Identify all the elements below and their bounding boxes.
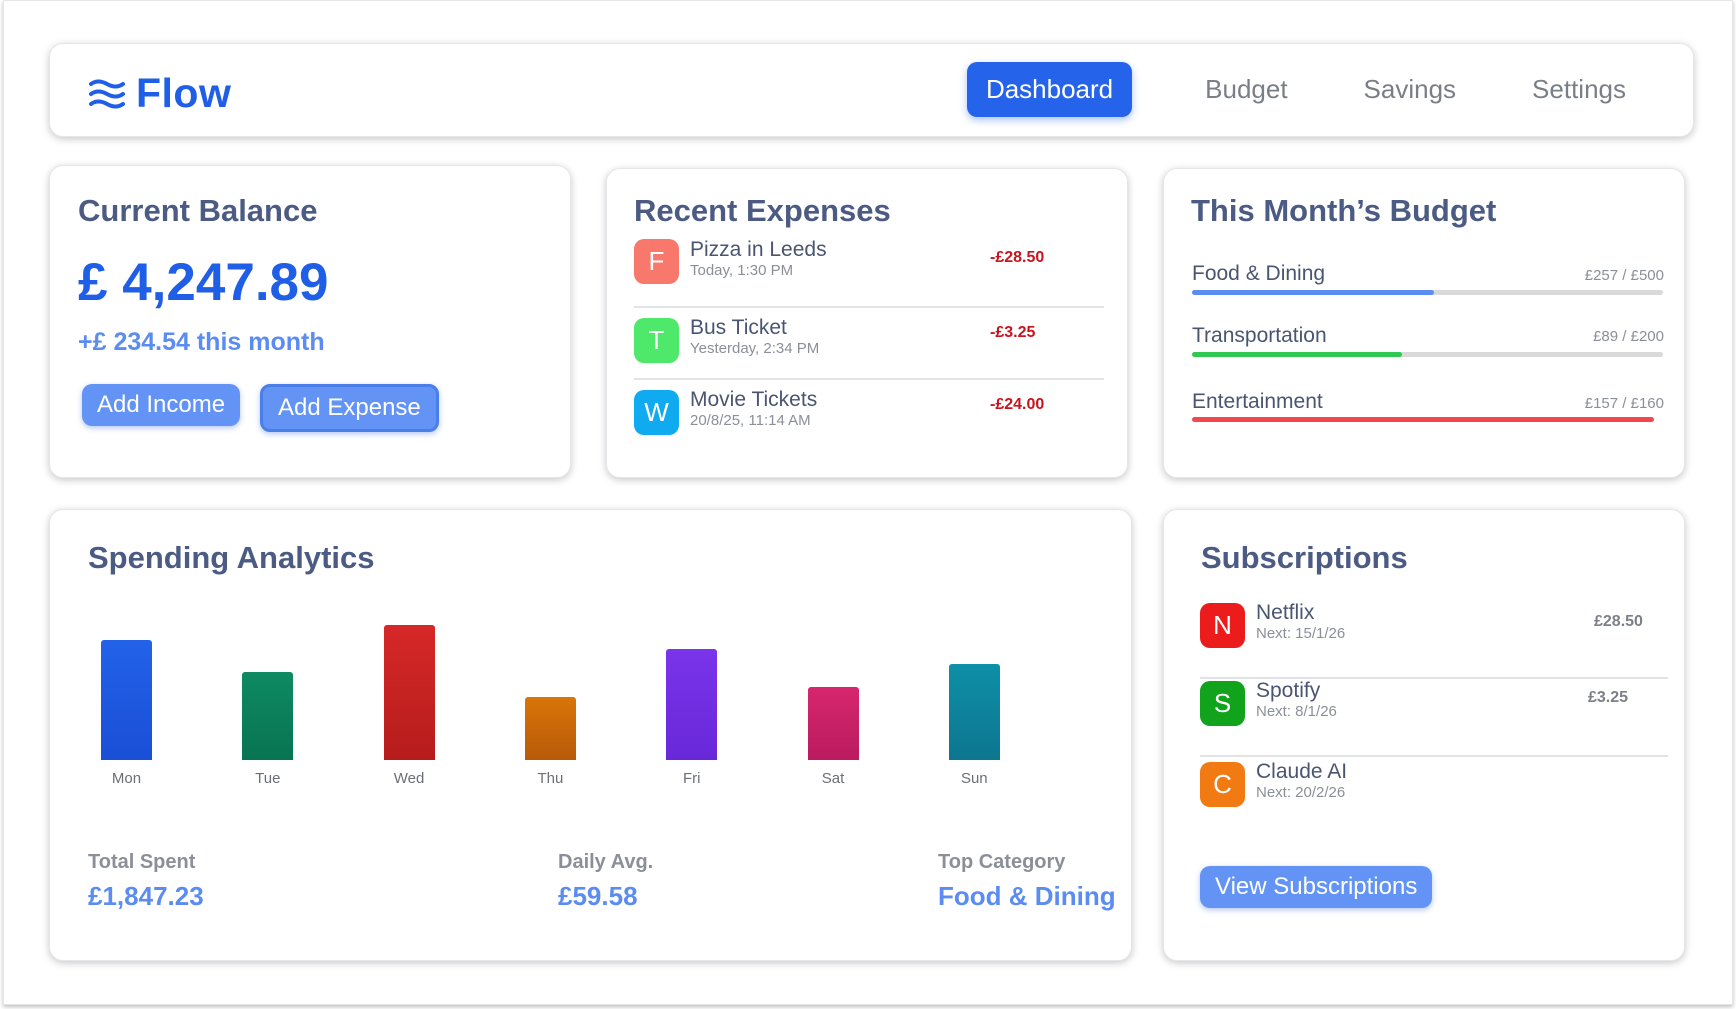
x-tick-label: Sun xyxy=(960,770,988,787)
spending-bar-chart: Mon Tue Wed Thu Fri Sat Sun xyxy=(50,510,1133,830)
nav-tabs: Dashboard Budget Savings Settings xyxy=(966,62,1659,117)
top-nav-bar: Flow Dashboard Budget Savings Settings xyxy=(49,43,1694,137)
balance-change: +£ 234.54 this month xyxy=(78,328,325,356)
top-category-value: Food & Dining xyxy=(938,881,1116,911)
app-name: Flow xyxy=(136,70,232,116)
bar-sun xyxy=(948,664,1000,760)
budget-progress-fill xyxy=(1192,417,1654,422)
subscription-amount: £3.25 xyxy=(1588,689,1629,706)
subscription-next-date: Next: 8/1/26 xyxy=(1256,703,1337,720)
x-tick-label: Sat xyxy=(821,770,845,787)
monthly-budget-card: This Month’s Budget Food & Dining £257 /… xyxy=(1163,168,1685,478)
bar-tue xyxy=(242,672,294,760)
expense-amount: -£24.00 xyxy=(990,396,1045,413)
budget-progress-fill xyxy=(1192,290,1435,295)
card-title: Recent Expenses xyxy=(634,193,891,228)
budget-progress-fill xyxy=(1192,352,1402,357)
recent-expenses-card: Recent Expenses F Pizza in Leeds Today, … xyxy=(606,168,1128,478)
budget-progress-bar xyxy=(1192,417,1663,422)
view-subscriptions-button[interactable]: View Subscriptions xyxy=(1200,866,1433,908)
spending-analytics-card: Spending Analytics Mon Tue Wed Thu Fri Sat Sun… xyxy=(49,509,1132,961)
subscription-name: Spotify xyxy=(1256,679,1321,702)
x-tick-label: Thu xyxy=(537,770,564,787)
card-title: Current Balance xyxy=(78,193,318,228)
app-frame: Flow Dashboard Budget Savings Settings C… xyxy=(3,0,1733,1005)
x-tick-label: Mon xyxy=(111,770,142,787)
budget-progress-bar xyxy=(1192,290,1663,295)
list-item[interactable]: S Spotify Next: 8/1/26 £3.25 xyxy=(1200,679,1668,757)
budget-value: £89 / £200 xyxy=(1593,328,1664,345)
list-item[interactable]: N Netflix Next: 15/1/26 £28.50 xyxy=(1200,601,1668,679)
list-item[interactable]: C Claude AI Next: 20/2/26 xyxy=(1200,759,1668,835)
top-category-label: Top Category xyxy=(938,851,1066,873)
list-item[interactable]: T Bus Ticket Yesterday, 2:34 PM -£3.25 xyxy=(634,308,1104,380)
tab-dashboard[interactable]: Dashboard xyxy=(966,62,1133,117)
x-tick-label: Tue xyxy=(255,770,281,787)
avatar: C xyxy=(1200,762,1245,807)
total-spent-label: Total Spent xyxy=(88,851,196,873)
avatar: N xyxy=(1200,603,1245,648)
logo[interactable]: Flow xyxy=(88,70,231,117)
avatar: S xyxy=(1200,681,1245,726)
card-title: Subscriptions xyxy=(1201,540,1408,575)
add-income-button[interactable]: Add Income xyxy=(82,384,241,426)
x-tick-label: Wed xyxy=(393,770,425,787)
expense-amount: -£3.25 xyxy=(990,324,1036,341)
daily-avg-value: £59.58 xyxy=(558,881,638,911)
list-item[interactable]: W Movie Tickets 20/8/25, 11:14 AM -£24.0… xyxy=(634,380,1104,452)
tab-settings[interactable]: Settings xyxy=(1513,62,1645,117)
budget-progress-bar xyxy=(1192,352,1663,357)
balance-amount: £ 4,247.89 xyxy=(78,253,329,312)
card-title: This Month’s Budget xyxy=(1191,193,1497,228)
subscription-name: Claude AI xyxy=(1256,760,1348,783)
avatar: F xyxy=(634,239,679,284)
expense-name: Bus Ticket xyxy=(690,316,787,339)
subscription-next-date: Next: 20/2/26 xyxy=(1256,784,1346,801)
bar-sat xyxy=(807,687,859,760)
x-tick-label: Fri xyxy=(682,770,701,787)
expense-amount: -£28.50 xyxy=(990,249,1045,266)
subscriptions-card: Subscriptions N Netflix Next: 15/1/26 £2… xyxy=(1163,509,1685,961)
bar-wed xyxy=(383,625,435,760)
budget-value: £157 / £160 xyxy=(1584,395,1664,412)
subscription-next-date: Next: 15/1/26 xyxy=(1256,625,1346,642)
expense-time: Today, 1:30 PM xyxy=(690,262,794,279)
bar-fri xyxy=(666,649,718,760)
bar-mon xyxy=(101,639,152,760)
tab-savings[interactable]: Savings xyxy=(1345,62,1476,117)
daily-avg-label: Daily Avg. xyxy=(558,851,654,873)
expense-name: Movie Tickets xyxy=(690,388,818,411)
tab-budget[interactable]: Budget xyxy=(1186,62,1306,117)
budget-label: Entertainment xyxy=(1192,390,1323,413)
bar-thu xyxy=(524,696,576,760)
list-item[interactable]: F Pizza in Leeds Today, 1:30 PM -£28.50 xyxy=(634,236,1104,308)
expense-name: Pizza in Leeds xyxy=(690,238,827,261)
subscription-amount: £28.50 xyxy=(1594,613,1643,630)
budget-label: Transportation xyxy=(1192,324,1327,347)
current-balance-card: Current Balance £ 4,247.89 +£ 234.54 thi… xyxy=(49,165,571,478)
budget-label: Food & Dining xyxy=(1192,262,1326,285)
subscription-name: Netflix xyxy=(1256,601,1315,624)
waves-icon xyxy=(89,79,125,108)
total-spent-value: £1,847.23 xyxy=(88,881,204,911)
avatar: W xyxy=(634,390,679,435)
avatar: T xyxy=(634,318,679,363)
add-expense-button[interactable]: Add Expense xyxy=(260,384,439,432)
expense-time: 20/8/25, 11:14 AM xyxy=(690,412,811,429)
expense-time: Yesterday, 2:34 PM xyxy=(690,340,820,357)
budget-value: £257 / £500 xyxy=(1584,267,1664,284)
